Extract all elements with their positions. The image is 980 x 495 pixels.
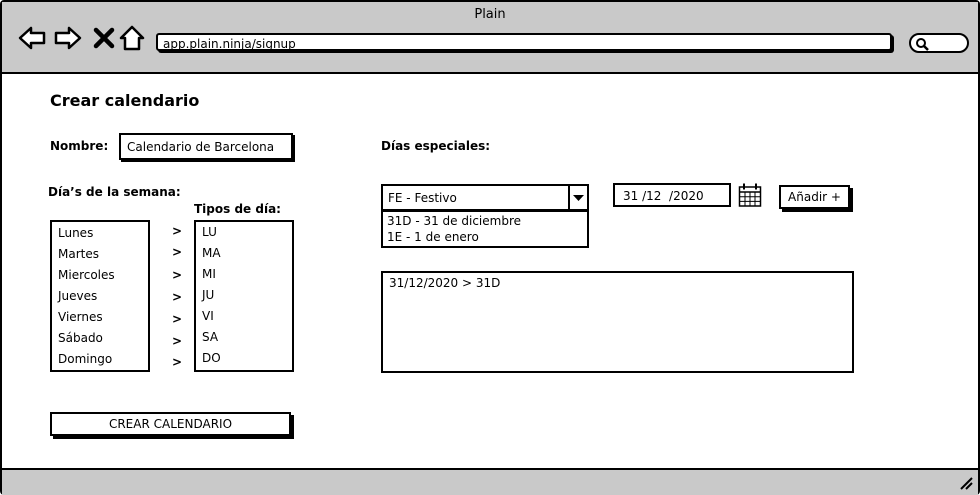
- calendar-icon[interactable]: [738, 182, 762, 208]
- day-type-item[interactable]: MI: [202, 267, 216, 281]
- select-dropdown-button[interactable]: [568, 186, 587, 209]
- day-types-list: LU MA MI JU VI SA DO: [194, 220, 294, 372]
- select-value: FE - Festivo: [388, 191, 457, 205]
- mapping-arrow: >: [172, 334, 183, 348]
- weekday-item[interactable]: Lunes: [58, 226, 93, 240]
- day-type-item[interactable]: VI: [202, 309, 214, 323]
- chevron-down-icon: [573, 195, 584, 201]
- special-day-entry: 31/12/2020 > 31D: [389, 276, 501, 290]
- window-title: Plain: [474, 7, 506, 22]
- mapping-arrow: >: [172, 268, 183, 282]
- mapping-arrow: >: [172, 224, 183, 238]
- weekday-item[interactable]: Viernes: [58, 310, 103, 324]
- weekday-item[interactable]: Domingo: [58, 352, 112, 366]
- day-type-item[interactable]: DO: [202, 351, 221, 365]
- select-options-list: 31D - 31 de diciembre 1E - 1 de enero: [381, 210, 589, 248]
- day-type-select[interactable]: FE - Festivo: [381, 184, 589, 211]
- close-icon[interactable]: [90, 24, 118, 52]
- weekday-item[interactable]: Jueves: [58, 289, 97, 303]
- nombre-label: Nombre:: [50, 139, 109, 153]
- day-type-item[interactable]: JU: [202, 288, 214, 302]
- weekday-item[interactable]: Miercoles: [58, 268, 115, 282]
- weekday-item[interactable]: Sábado: [58, 331, 103, 345]
- nombre-input[interactable]: Calendario de Barcelona: [119, 133, 293, 160]
- dias-especiales-label: Días especiales:: [381, 139, 491, 153]
- forward-arrow-icon[interactable]: [54, 24, 82, 52]
- resize-grip-icon[interactable]: [958, 475, 974, 491]
- select-option[interactable]: 31D - 31 de diciembre: [387, 214, 521, 228]
- date-value: 31 /12 /2020: [623, 189, 704, 203]
- tipos-dia-label: Tipos de día:: [194, 202, 281, 216]
- search-icon: [916, 38, 929, 51]
- mapping-arrow: >: [172, 312, 183, 326]
- status-bar: [2, 468, 978, 495]
- anadir-button[interactable]: Añadir +: [779, 185, 850, 209]
- day-type-item[interactable]: LU: [202, 225, 217, 239]
- browser-toolbar: Plain app.plain.ninja/signup: [2, 2, 978, 74]
- browser-window: Plain app.plain.ninja/signup Crear calen…: [0, 0, 980, 495]
- mapping-arrow: >: [172, 355, 183, 369]
- select-option[interactable]: 1E - 1 de enero: [387, 230, 479, 244]
- home-icon[interactable]: [118, 24, 146, 52]
- mapping-arrow: >: [172, 245, 183, 259]
- weekday-item[interactable]: Martes: [58, 247, 99, 261]
- day-type-item[interactable]: SA: [202, 330, 218, 344]
- url-bar[interactable]: app.plain.ninja/signup: [156, 33, 892, 51]
- special-days-entries[interactable]: 31/12/2020 > 31D: [381, 271, 854, 373]
- weekdays-list: Lunes Martes Miercoles Jueves Viernes Sá…: [50, 220, 150, 372]
- back-arrow-icon[interactable]: [18, 24, 46, 52]
- crear-calendario-button[interactable]: CREAR CALENDARIO: [50, 412, 291, 436]
- dias-semana-label: Día’s de la semana:: [48, 185, 181, 199]
- mapping-arrow: >: [172, 290, 183, 304]
- date-input[interactable]: 31 /12 /2020: [613, 183, 731, 207]
- search-field[interactable]: [909, 33, 969, 53]
- nombre-input-value: Calendario de Barcelona: [127, 140, 275, 154]
- day-type-item[interactable]: MA: [202, 246, 221, 260]
- page-title: Crear calendario: [50, 91, 200, 110]
